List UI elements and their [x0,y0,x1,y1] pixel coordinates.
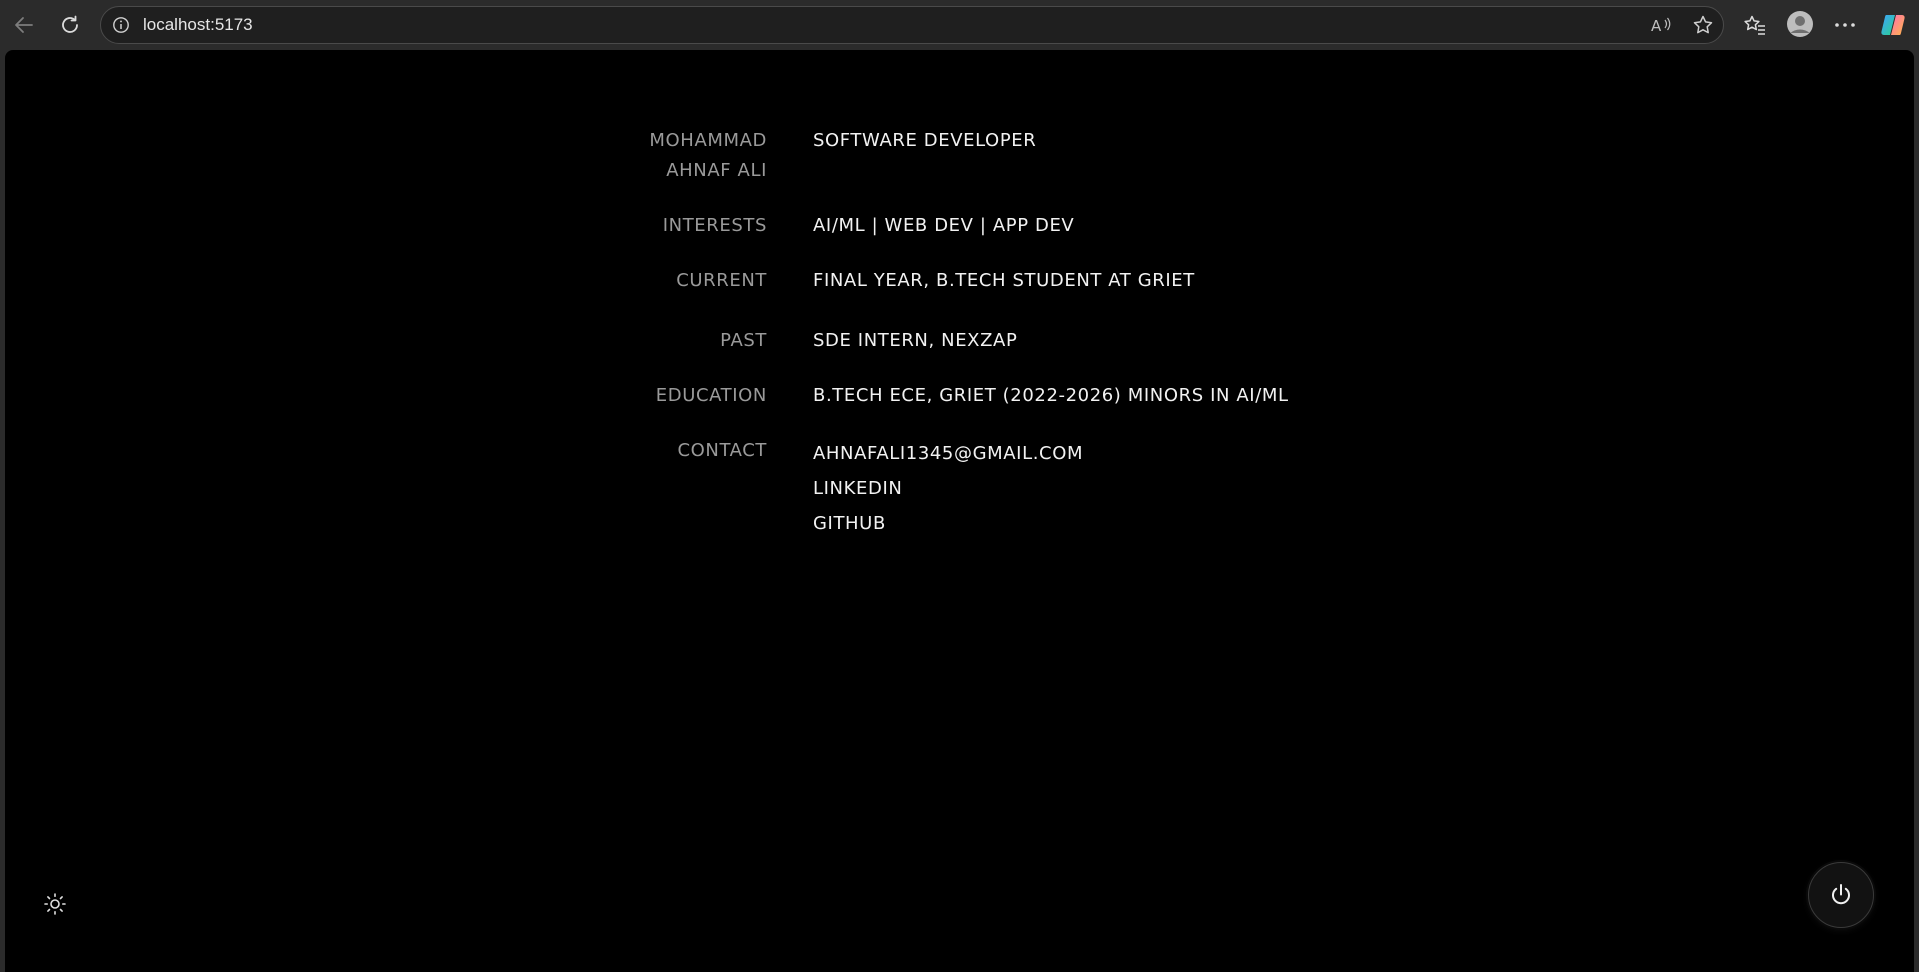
current-value: FINAL YEAR, B.TECH STUDENT AT GRIET [813,270,1195,291]
contact-links: AHNAFALI1345@GMAIL.COM LINKEDIN GITHUB [813,436,1083,541]
interests-value: AI/ML | WEB DEV | APP DEV [813,215,1075,236]
power-icon [1828,882,1854,908]
past-label: PAST [720,330,767,351]
education-value: B.TECH ECE, GRIET (2022-2026) MINORS IN … [813,385,1289,406]
linkedin-link[interactable]: LINKEDIN [813,471,1083,506]
refresh-icon[interactable] [54,10,86,40]
star-icon[interactable] [1691,14,1715,36]
info-icon[interactable] [111,15,131,35]
name-label: MOHAMMAD AHNAF ALI [649,126,767,186]
role-value: SOFTWARE DEVELOPER [813,130,1037,151]
theme-toggle-button[interactable] [37,886,73,922]
past-value: SDE INTERN, NEXZAP [813,330,1018,351]
favorites-icon[interactable] [1740,10,1770,40]
copilot-icon[interactable] [1877,10,1909,40]
address-bar[interactable]: localhost:5173 A [100,6,1724,44]
back-arrow-icon[interactable] [8,10,40,40]
browser-toolbar: localhost:5173 A [0,0,1919,50]
github-link[interactable]: GITHUB [813,506,1083,541]
profile-icon[interactable] [1785,9,1815,39]
page-viewport: MOHAMMAD AHNAF ALI SOFTWARE DEVELOPER IN… [5,50,1914,972]
interests-label: INTERESTS [662,215,767,236]
read-aloud-icon[interactable]: A [1649,14,1673,36]
svg-text:A: A [1651,17,1662,35]
more-icon[interactable] [1830,10,1860,40]
education-label: EDUCATION [655,385,767,406]
current-label: CURRENT [676,270,767,291]
power-button[interactable] [1808,862,1874,928]
url-text[interactable]: localhost:5173 [143,7,253,43]
sun-icon [43,892,67,916]
email-link[interactable]: AHNAFALI1345@GMAIL.COM [813,436,1083,471]
name-line-1: MOHAMMAD [649,130,767,151]
contact-label: CONTACT [677,440,767,461]
name-line-2: AHNAF ALI [666,160,767,181]
